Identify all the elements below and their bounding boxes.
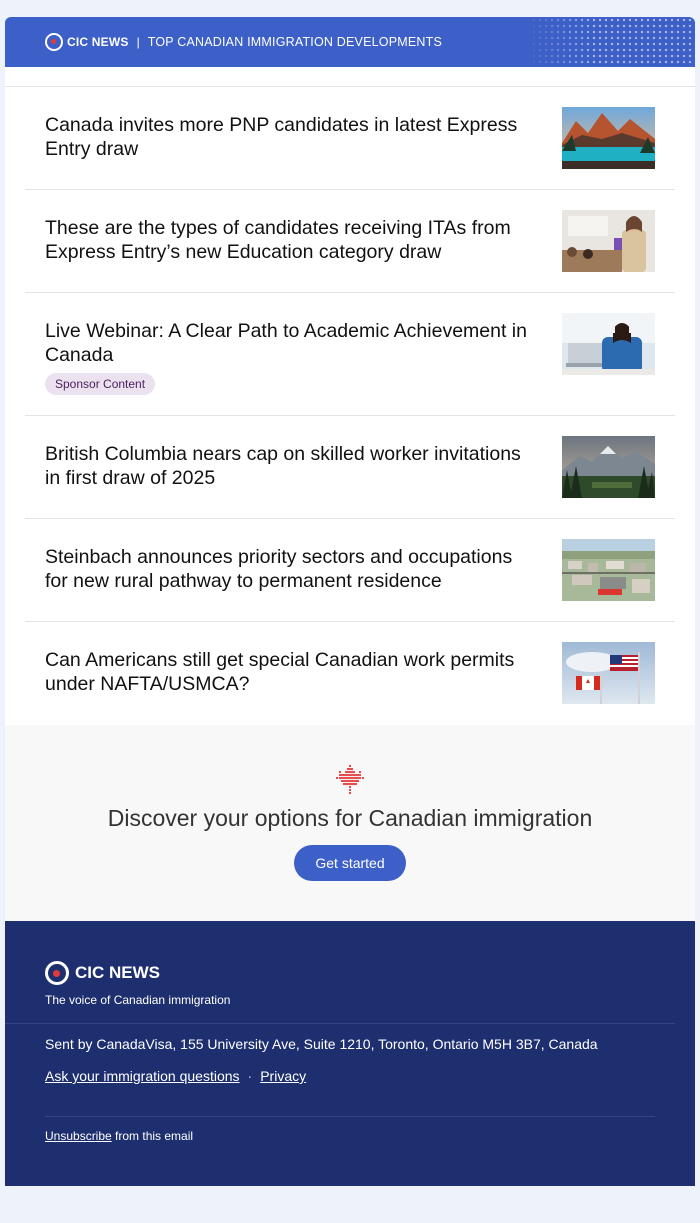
article-item[interactable]: Live Webinar: A Clear Path to Academic A…	[25, 293, 675, 416]
maple-leaf-icon	[335, 764, 365, 795]
world-dots-decoration	[525, 17, 695, 67]
link-separator: ·	[247, 1068, 253, 1084]
article-item[interactable]: These are the types of candidates receiv…	[25, 190, 675, 293]
unsubscribe-line: Unsubscribe from this email	[45, 1129, 655, 1143]
article-item[interactable]: Canada invites more PNP candidates in la…	[25, 87, 675, 190]
cta-section: Discover your options for Canadian immig…	[5, 725, 695, 921]
get-started-button[interactable]: Get started	[294, 845, 406, 881]
email-container: CIC NEWS | TOP CANADIAN IMMIGRATION DEVE…	[5, 17, 695, 1186]
cic-logo-icon	[45, 33, 63, 51]
article-title[interactable]: Steinbach announces priority sectors and…	[45, 539, 540, 593]
article-title[interactable]: British Columbia nears cap on skilled wo…	[45, 436, 540, 490]
cta-heading: Discover your options for Canadian immig…	[107, 805, 593, 831]
sponsor-badge: Sponsor Content	[45, 373, 156, 395]
article-thumbnail-town-aerial[interactable]	[562, 539, 655, 601]
footer-logo-text: CIC NEWS	[75, 963, 160, 982]
article-item[interactable]: British Columbia nears cap on skilled wo…	[25, 416, 675, 519]
header-separator: |	[136, 35, 140, 49]
email-footer: CIC NEWS The voice of Canadian immigrati…	[5, 921, 695, 1186]
cic-news-logo[interactable]: CIC NEWS	[45, 33, 129, 51]
logo-text: CIC NEWS	[67, 35, 129, 49]
article-title[interactable]: These are the types of candidates receiv…	[45, 210, 540, 264]
unsubscribe-text: from this email	[111, 1129, 194, 1143]
article-thumbnail-canada-us-flags[interactable]	[562, 642, 655, 704]
header-title: TOP CANADIAN IMMIGRATION DEVELOPMENTS	[147, 35, 442, 49]
footer-divider-2	[45, 1116, 655, 1117]
footer-address: Sent by CanadaVisa, 155 University Ave, …	[45, 1036, 598, 1052]
article-list: Canada invites more PNP candidates in la…	[5, 87, 695, 725]
footer-links: Ask your immigration questions · Privacy	[45, 1068, 655, 1084]
ask-questions-link[interactable]: Ask your immigration questions	[45, 1068, 240, 1084]
article-thumbnail-mountain-lake[interactable]	[562, 107, 655, 169]
footer-cic-news-logo[interactable]: CIC NEWS	[45, 961, 655, 985]
article-item[interactable]: Can Americans still get special Canadian…	[25, 622, 675, 725]
cic-logo-icon	[45, 961, 69, 985]
article-title[interactable]: Live Webinar: A Clear Path to Academic A…	[45, 313, 540, 367]
unsubscribe-link[interactable]: Unsubscribe	[45, 1129, 112, 1143]
article-thumbnail-classroom-teacher[interactable]	[562, 210, 655, 272]
footer-divider	[5, 1023, 675, 1024]
article-thumbnail-woman-laptop[interactable]	[562, 313, 655, 375]
privacy-link[interactable]: Privacy	[260, 1068, 306, 1084]
email-header: CIC NEWS | TOP CANADIAN IMMIGRATION DEVE…	[5, 17, 695, 67]
footer-tagline: The voice of Canadian immigration	[45, 993, 231, 1007]
article-thumbnail-mountain-forest[interactable]	[562, 436, 655, 498]
article-item[interactable]: Steinbach announces priority sectors and…	[25, 519, 675, 622]
article-title[interactable]: Can Americans still get special Canadian…	[45, 642, 540, 696]
article-title[interactable]: Canada invites more PNP candidates in la…	[45, 107, 540, 161]
header-spacer	[5, 67, 695, 87]
